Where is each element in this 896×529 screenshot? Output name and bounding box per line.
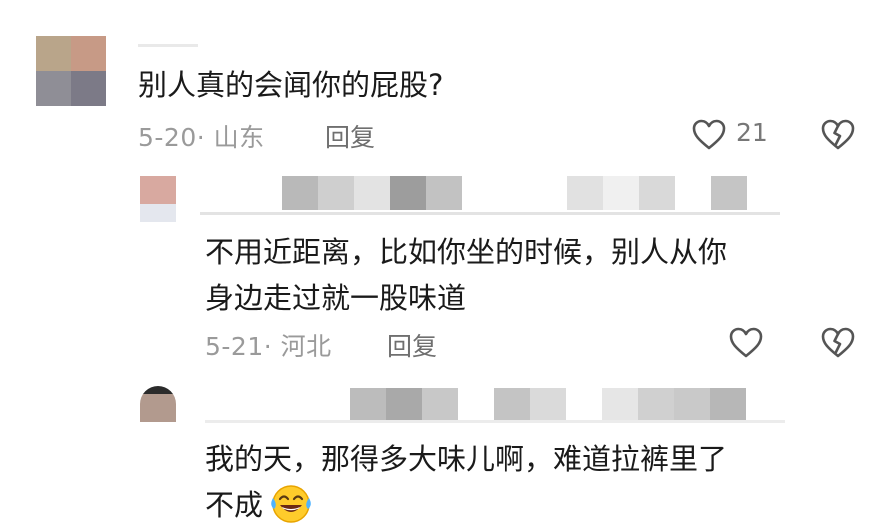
avatar[interactable] — [140, 386, 176, 422]
comment-text: 别人真的会闻你的屁股? — [138, 68, 444, 102]
comment-text-line-1: 我的天，那得多大味儿啊，难道拉裤里了 — [205, 442, 728, 476]
comment-text-line-1: 不用近距离，比如你坐的时候，别人从你 — [205, 235, 728, 269]
reply-button[interactable]: 回复 — [325, 118, 375, 154]
avatar[interactable] — [36, 36, 106, 106]
username-blurred[interactable] — [350, 388, 746, 422]
avatar[interactable] — [140, 176, 176, 222]
comment-date-location: 5-21· 河北 — [205, 332, 332, 361]
blurred-divider — [205, 420, 785, 423]
broken-heart-icon[interactable] — [820, 117, 856, 153]
comment-text-line-2: 身边走过就一股味道 — [205, 281, 467, 315]
comment-date-location: 5-20· 山东 — [138, 123, 265, 152]
like-count: 21 — [736, 118, 768, 147]
heart-outline-icon[interactable] — [728, 325, 764, 361]
username-blurred[interactable] — [282, 176, 747, 210]
heart-outline-icon[interactable] — [691, 117, 727, 153]
laughing-tears-emoji-icon — [268, 481, 314, 525]
broken-heart-icon[interactable] — [820, 325, 856, 361]
username-blurred[interactable] — [138, 44, 198, 47]
comment-text-line-2: 不成 — [205, 488, 264, 522]
reply-button[interactable]: 回复 — [387, 327, 437, 363]
blurred-divider — [200, 212, 780, 215]
